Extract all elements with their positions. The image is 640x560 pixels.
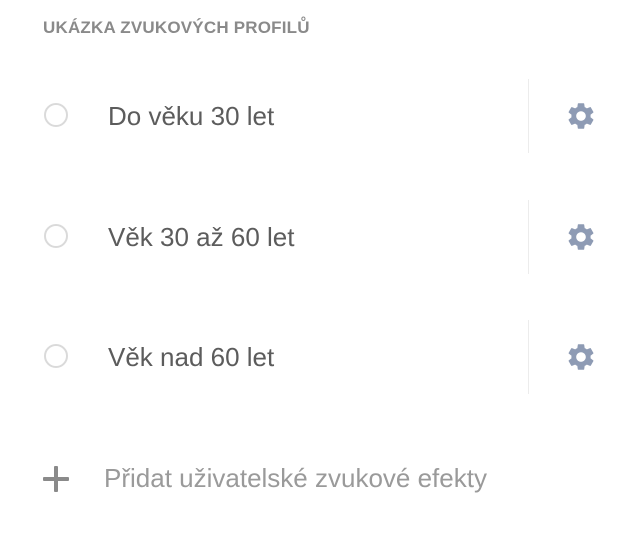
divider — [528, 79, 529, 153]
section-title: UKÁZKA ZVUKOVÝCH PROFILŮ — [43, 18, 310, 37]
add-custom-effects-label: Přidat uživatelské zvukové efekty — [104, 463, 487, 493]
divider — [528, 320, 529, 394]
gear-icon[interactable] — [564, 99, 598, 133]
profile-row-under-30[interactable]: Do věku 30 let — [0, 79, 640, 153]
profile-row-over-60[interactable]: Věk nad 60 let — [0, 320, 640, 394]
radio-button[interactable] — [44, 344, 68, 368]
add-custom-effects-button[interactable]: Přidat uživatelské zvukové efekty — [0, 452, 640, 506]
radio-button[interactable] — [44, 224, 68, 248]
profile-row-30-to-60[interactable]: Věk 30 až 60 let — [0, 200, 640, 274]
profile-label[interactable]: Věk 30 až 60 let — [108, 222, 294, 253]
radio-button[interactable] — [44, 103, 68, 127]
gear-icon[interactable] — [564, 220, 598, 254]
profile-label[interactable]: Do věku 30 let — [108, 101, 274, 132]
plus-icon — [43, 466, 69, 492]
profile-label[interactable]: Věk nad 60 let — [108, 342, 274, 373]
divider — [528, 200, 529, 274]
gear-icon[interactable] — [564, 340, 598, 374]
